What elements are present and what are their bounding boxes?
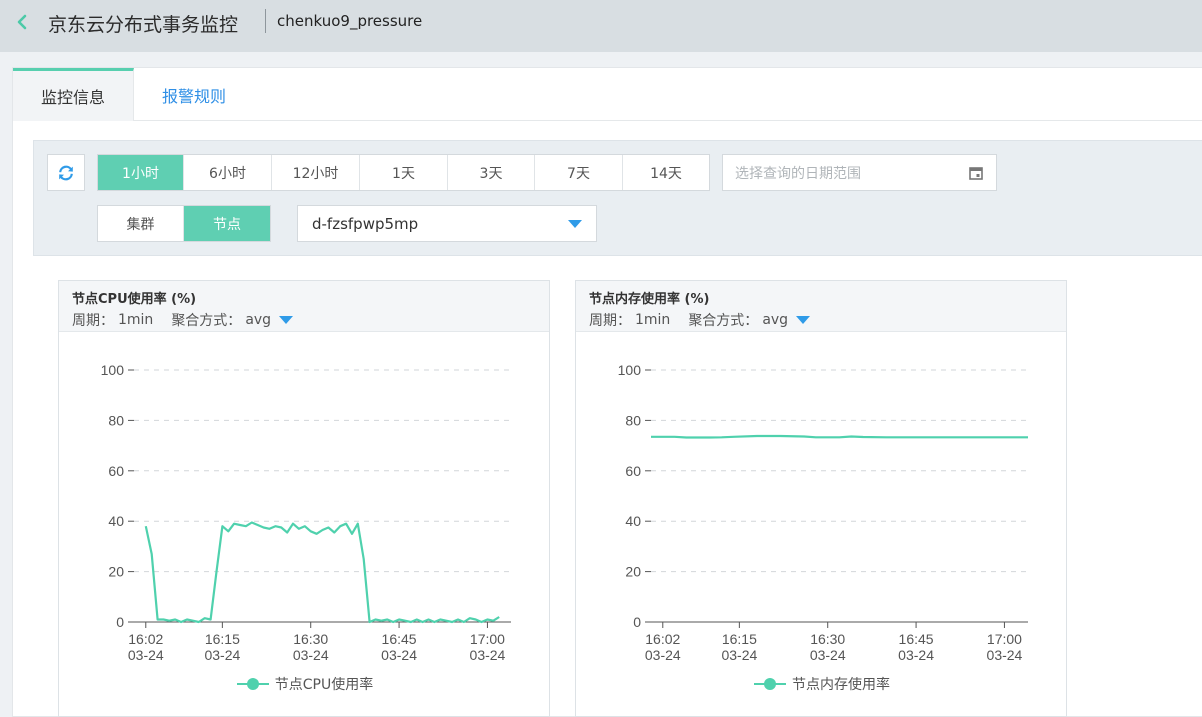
filter-bar: 1小时 6小时 12小时 1天 3天 7天 14天 选择查询的日期范围 集群 节… <box>33 140 1202 256</box>
scope-option-cluster[interactable]: 集群 <box>98 206 184 241</box>
x-tick-label: 03-24 <box>810 647 846 663</box>
chevron-down-icon[interactable] <box>279 316 294 324</box>
cpu-chart-card: 节点CPU使用率 (%) 周期： 1min 聚合方式： avg 0 20 40 60 8… <box>58 280 550 717</box>
time-option-1h[interactable]: 1小时 <box>98 155 184 190</box>
cpu-chart-header: 节点CPU使用率 (%) 周期： 1min 聚合方式： avg <box>59 281 549 332</box>
x-tick-label: 03-24 <box>721 647 757 663</box>
instance-name: chenkuo9_pressure <box>277 12 423 30</box>
page-title: 京东云分布式事务监控 <box>48 14 239 36</box>
x-tick-label: 16:45 <box>899 631 934 647</box>
legend-marker-icon <box>754 678 786 690</box>
refresh-icon <box>59 165 73 180</box>
scope-option-node[interactable]: 节点 <box>184 206 270 241</box>
date-range-input[interactable]: 选择查询的日期范围 <box>722 154 997 191</box>
legend-label: 节点CPU使用率 <box>274 677 374 693</box>
time-option-6h[interactable]: 6小时 <box>184 155 272 190</box>
aggregation-label: 聚合方式： <box>688 313 759 329</box>
cpu-chart-legend[interactable]: 节点CPU使用率 <box>59 674 551 694</box>
refresh-button[interactable] <box>47 154 85 191</box>
x-tick-label: 03-24 <box>898 647 934 663</box>
period-value: 1min <box>118 312 154 328</box>
time-option-7d[interactable]: 7天 <box>535 155 623 190</box>
y-tick-label: 100 <box>101 362 125 378</box>
time-range-selector: 1小时 6小时 12小时 1天 3天 7天 14天 <box>97 154 710 191</box>
x-tick-label: 03-24 <box>645 647 681 663</box>
x-tick-label: 17:00 <box>470 631 505 647</box>
x-tick-label: 03-24 <box>987 647 1023 663</box>
aggregation-value[interactable]: avg <box>762 312 788 328</box>
calendar-icon[interactable] <box>968 165 984 181</box>
time-option-1d[interactable]: 1天 <box>360 155 448 190</box>
y-tick-label: 20 <box>625 564 641 580</box>
y-tick-label: 80 <box>108 412 124 428</box>
aggregation-label: 聚合方式： <box>171 313 242 329</box>
legend-label: 节点内存使用率 <box>792 677 890 693</box>
y-tick-label: 40 <box>108 513 124 529</box>
x-tick-label: 03-24 <box>204 647 240 663</box>
cpu-chart-plot: 02040608010016:0203-2416:1503-2416:3003-… <box>101 362 511 663</box>
x-tick-label: 16:30 <box>293 631 328 647</box>
memory-chart-card: 节点内存使用率 (%) 周期： 1min 聚合方式： avg 0 20 40 60 80… <box>575 280 1067 717</box>
x-tick-label: 17:00 <box>987 631 1022 647</box>
x-tick-label: 16:15 <box>205 631 240 647</box>
aggregation-value[interactable]: avg <box>245 312 271 328</box>
period-label: 周期： <box>72 313 114 329</box>
x-tick-label: 16:02 <box>128 631 163 647</box>
tab-bar: 监控信息 报警规则 <box>13 68 1202 121</box>
title-divider <box>265 9 266 33</box>
top-bar: 京东云分布式事务监控 chenkuo9_pressure <box>0 0 1202 52</box>
back-arrow-icon[interactable] <box>12 12 32 32</box>
node-select[interactable]: d-fzsfpwp5mp <box>297 205 597 242</box>
y-tick-label: 0 <box>116 614 124 630</box>
legend-marker-icon <box>236 678 269 690</box>
memory-chart-header: 节点内存使用率 (%) 周期： 1min 聚合方式： avg <box>576 281 1066 332</box>
y-tick-label: 0 <box>633 614 641 630</box>
chevron-down-icon[interactable] <box>796 316 811 324</box>
memory-chart-plot: 02040608010016:0203-2416:1503-2416:3003-… <box>618 362 1028 663</box>
x-tick-label: 16:15 <box>722 631 757 647</box>
memory-chart-legend[interactable]: 节点内存使用率 <box>576 674 1068 694</box>
tab-alarm-rules[interactable]: 报警规则 <box>134 68 254 121</box>
x-tick-label: 16:30 <box>810 631 845 647</box>
period-value: 1min <box>635 312 671 328</box>
scope-selector: 集群 节点 <box>97 205 271 242</box>
x-tick-label: 03-24 <box>381 647 417 663</box>
x-tick-label: 03-24 <box>128 647 164 663</box>
series-line <box>651 434 1028 439</box>
time-option-12h[interactable]: 12小时 <box>272 155 360 190</box>
memory-chart-title: 节点内存使用率 (%) <box>589 292 710 307</box>
memory-chart-meta: 周期： 1min 聚合方式： avg <box>589 310 1053 330</box>
x-tick-label: 16:02 <box>645 631 680 647</box>
chevron-down-icon <box>568 220 582 228</box>
tab-monitoring[interactable]: 监控信息 <box>13 68 134 121</box>
y-tick-label: 60 <box>108 463 124 479</box>
y-tick-label: 100 <box>618 362 642 378</box>
date-range-placeholder: 选择查询的日期范围 <box>735 165 861 182</box>
node-select-value: d-fzsfpwp5mp <box>312 214 419 233</box>
y-tick-label: 60 <box>625 463 641 479</box>
y-tick-label: 80 <box>625 412 641 428</box>
x-tick-label: 16:45 <box>382 631 417 647</box>
cpu-chart-title: 节点CPU使用率 (%) <box>72 292 197 307</box>
time-option-3d[interactable]: 3天 <box>448 155 535 190</box>
series-line <box>144 521 500 624</box>
x-tick-label: 03-24 <box>470 647 506 663</box>
x-tick-label: 03-24 <box>293 647 329 663</box>
y-tick-label: 40 <box>625 513 641 529</box>
time-option-14d[interactable]: 14天 <box>623 155 709 190</box>
y-tick-label: 20 <box>108 564 124 580</box>
period-label: 周期： <box>589 313 631 329</box>
cpu-chart-meta: 周期： 1min 聚合方式： avg <box>72 310 536 330</box>
